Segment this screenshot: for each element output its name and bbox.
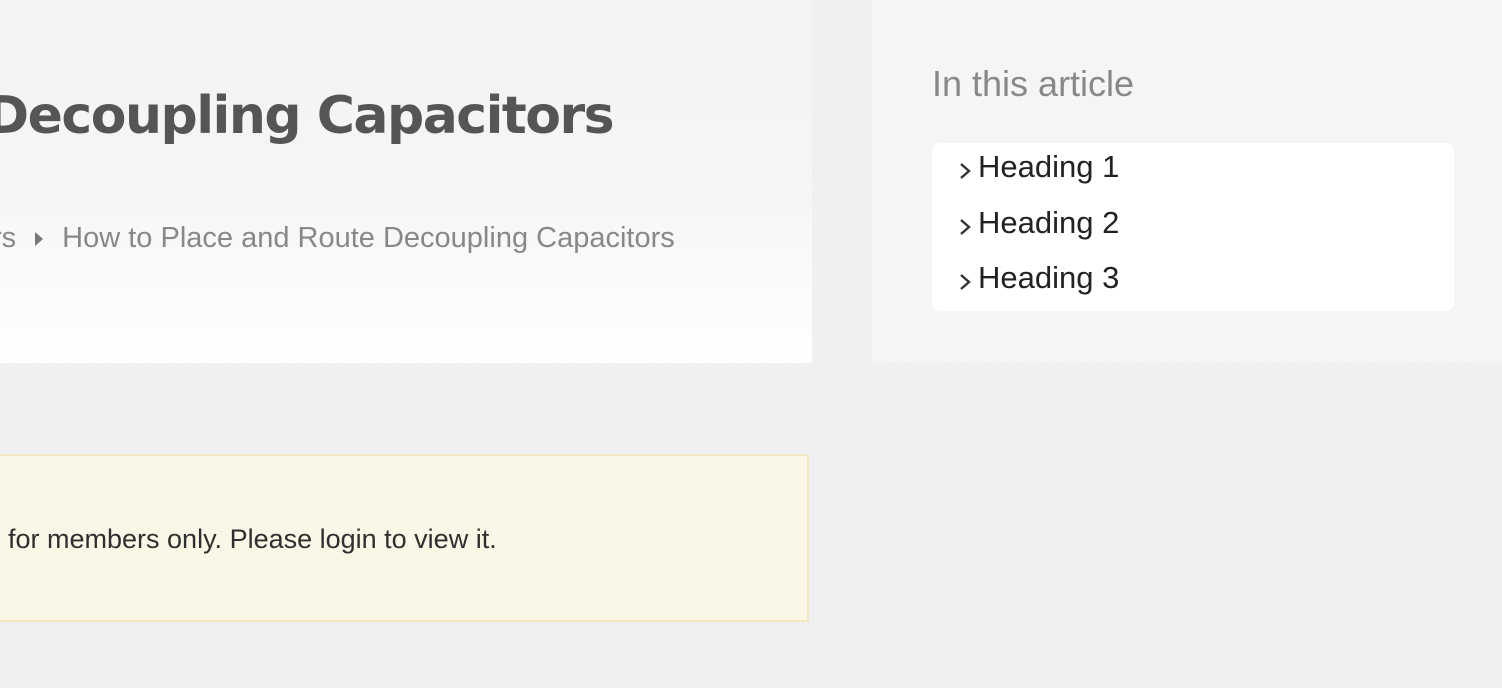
toc-item-label: Heading 1	[978, 149, 1120, 184]
toc-sidebar: In this article Heading 1 Heading 2 Head…	[872, 0, 1502, 363]
breadcrumb: rs How to Place and Route Decoupling Cap…	[0, 222, 675, 255]
toc-item-heading-3[interactable]: Heading 3	[956, 258, 1119, 298]
breadcrumb-item-current: How to Place and Route Decoupling Capaci…	[62, 222, 675, 254]
article-header: Decoupling Capacitors rs How to Place an…	[0, 0, 812, 363]
notice-text: for members only. Please login to view i…	[8, 524, 497, 554]
toc-item-label: Heading 2	[978, 205, 1120, 240]
toc-item-heading-2[interactable]: Heading 2	[956, 203, 1119, 243]
breadcrumb-item-previous[interactable]: rs	[0, 222, 16, 255]
page-title: Decoupling Capacitors	[0, 86, 615, 146]
toc-item-heading-1[interactable]: Heading 1	[956, 147, 1119, 187]
toc-title: In this article	[932, 63, 1135, 104]
page: Decoupling Capacitors rs How to Place an…	[0, 0, 1502, 688]
chevron-right-icon	[956, 147, 978, 187]
chevron-right-icon	[956, 258, 978, 298]
members-only-notice: for members only. Please login to view i…	[0, 454, 809, 622]
caret-right-icon	[35, 231, 44, 246]
chevron-right-icon	[956, 203, 978, 243]
toc-list: Heading 1 Heading 2 Heading 3	[932, 143, 1454, 311]
toc-item-label: Heading 3	[978, 260, 1120, 295]
